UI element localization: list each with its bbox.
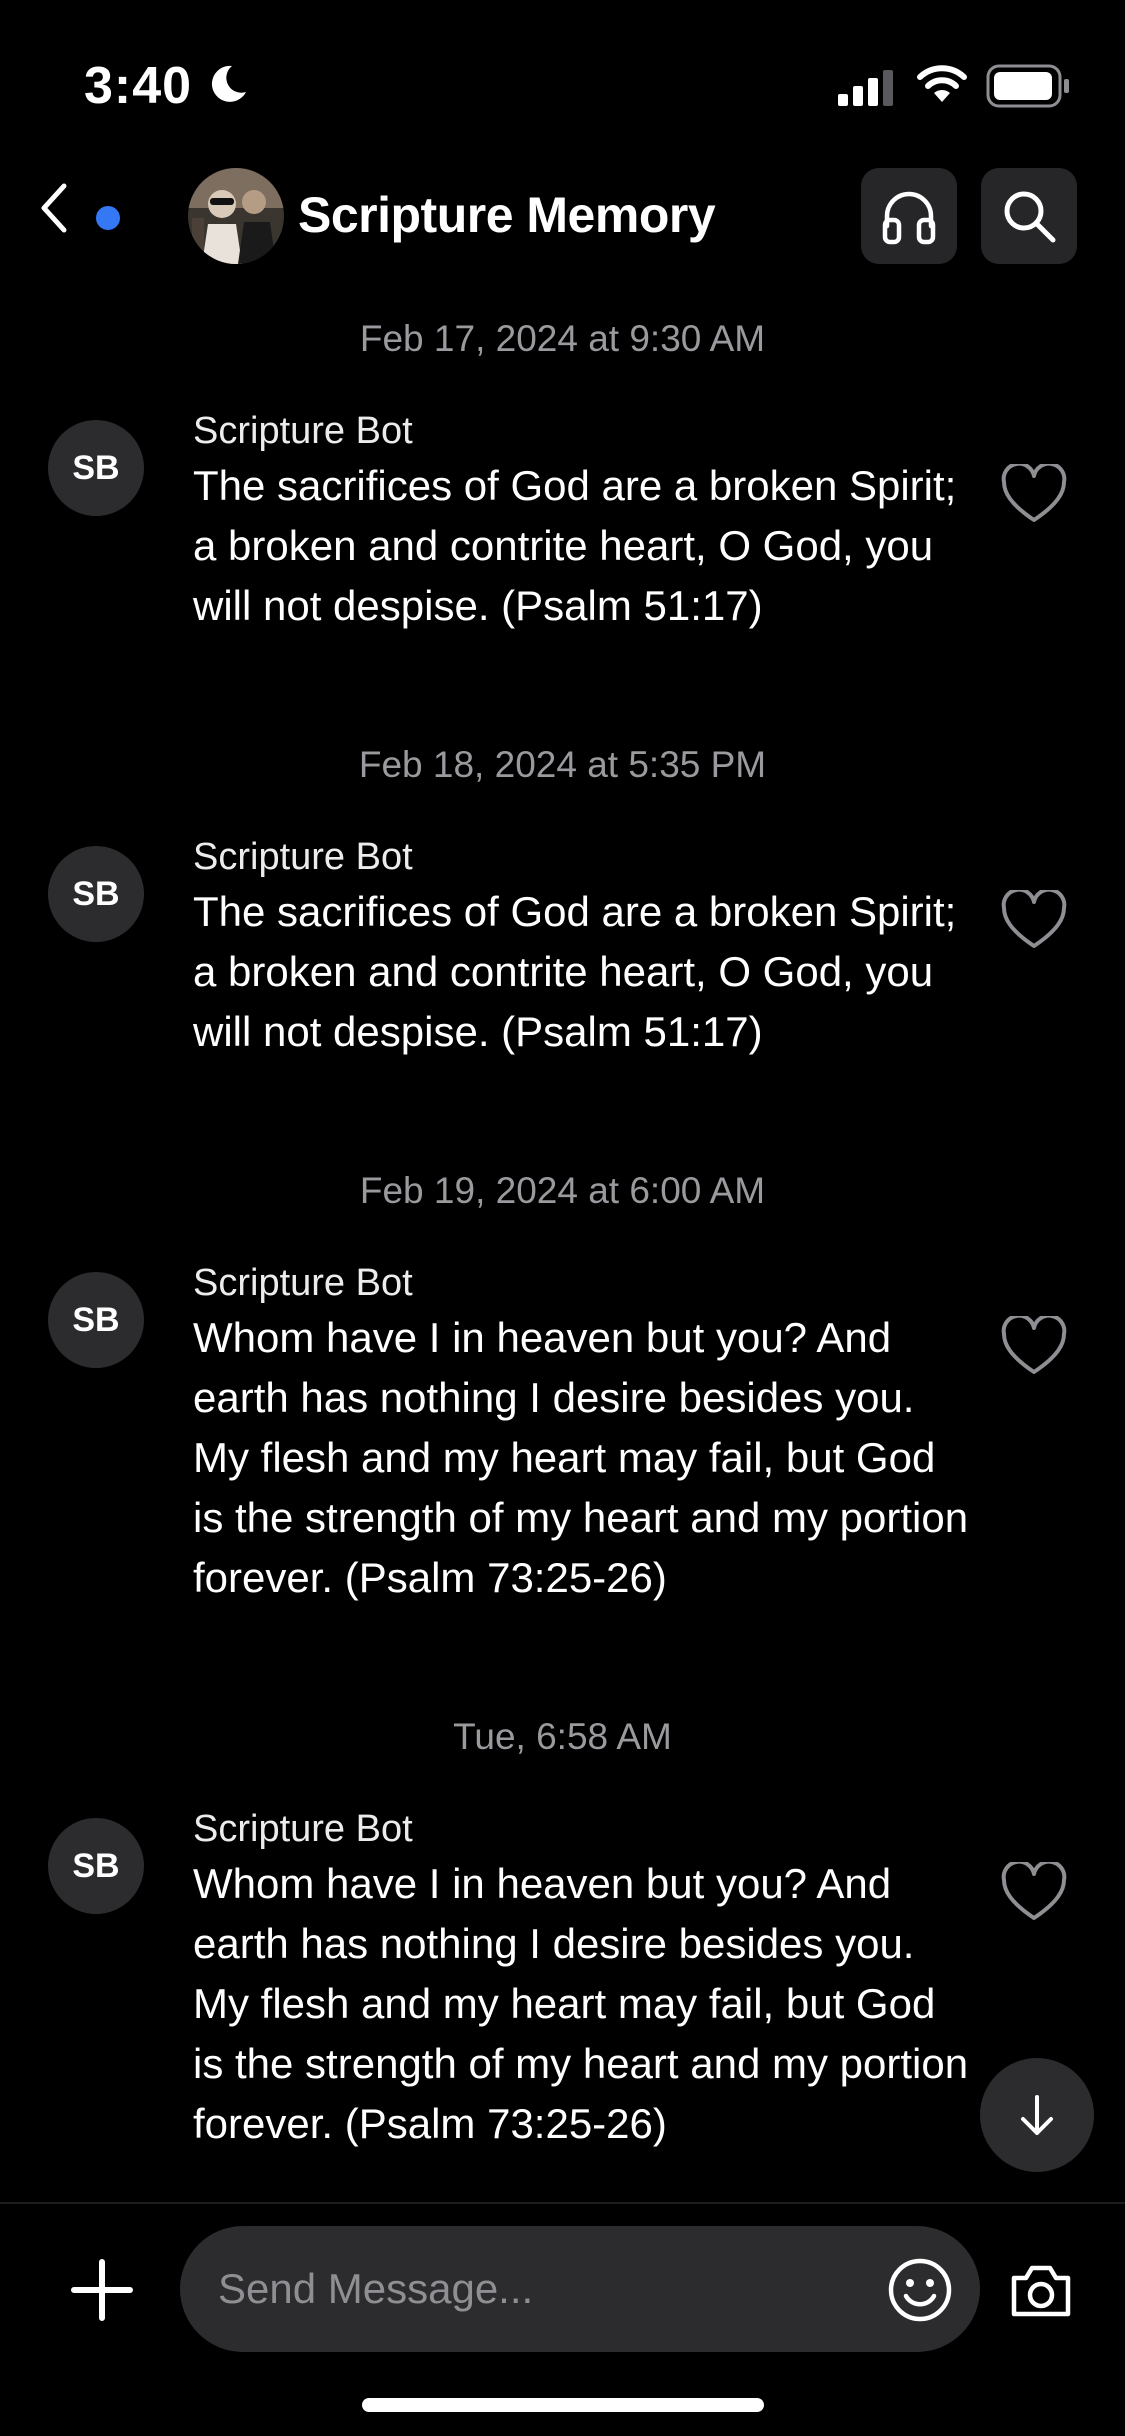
chat-header: Scripture Memory: [0, 150, 1125, 280]
battery-icon: [986, 64, 1069, 108]
message-text[interactable]: The sacrifices of God are a broken Spiri…: [193, 882, 973, 1062]
message-text[interactable]: Whom have I in heaven but you? And earth…: [193, 1308, 973, 1608]
sender-avatar[interactable]: SB: [48, 1818, 144, 1914]
sender-avatar[interactable]: SB: [48, 420, 144, 516]
status-bar: 3:40: [0, 0, 1125, 150]
unread-dot: [96, 206, 120, 230]
message-text[interactable]: The sacrifices of God are a broken Spiri…: [193, 456, 973, 636]
sender-name: Scripture Bot: [193, 1808, 413, 1850]
heart-icon[interactable]: [1000, 464, 1068, 524]
composer-divider: [0, 2202, 1125, 2204]
message-timestamp: Tue, 6:58 AM: [453, 1716, 672, 1757]
camera-icon[interactable]: [1008, 2260, 1074, 2320]
message-input[interactable]: [180, 2226, 980, 2352]
wifi-icon: [917, 65, 967, 102]
scroll-to-bottom-button[interactable]: [980, 2058, 1094, 2172]
chevron-left-icon: [41, 183, 67, 233]
sender-avatar[interactable]: SB: [48, 1272, 144, 1368]
chat-title[interactable]: Scripture Memory: [298, 186, 716, 244]
group-photo: [188, 168, 284, 264]
plus-icon[interactable]: [66, 2254, 138, 2326]
heart-icon[interactable]: [1000, 1316, 1068, 1376]
search-button[interactable]: [981, 168, 1077, 264]
back-button[interactable]: [36, 180, 136, 250]
smiley-icon[interactable]: [886, 2256, 954, 2324]
heart-icon[interactable]: [1000, 890, 1068, 950]
message-timestamp: Feb 17, 2024 at 9:30 AM: [359, 318, 766, 359]
sender-avatar[interactable]: SB: [48, 846, 144, 942]
home-indicator[interactable]: [362, 2398, 764, 2412]
cellular-signal-icon: [838, 70, 893, 106]
sender-name: Scripture Bot: [193, 836, 413, 878]
audio-call-button[interactable]: [861, 168, 957, 264]
group-avatar[interactable]: [188, 168, 284, 264]
arrow-down-icon: [1021, 2095, 1053, 2135]
heart-icon[interactable]: [1000, 1862, 1068, 1922]
moon-icon: [211, 65, 246, 102]
sender-name: Scripture Bot: [193, 1262, 413, 1304]
message-text[interactable]: Whom have I in heaven but you? And earth…: [193, 1854, 973, 2154]
message-timestamp: Feb 18, 2024 at 5:35 PM: [358, 744, 767, 785]
sender-name: Scripture Bot: [193, 410, 413, 452]
headphones-icon: [882, 191, 936, 245]
message-timestamp: Feb 19, 2024 at 6:00 AM: [359, 1170, 766, 1211]
status-time: 3:40: [84, 57, 193, 115]
search-icon: [1004, 191, 1056, 243]
